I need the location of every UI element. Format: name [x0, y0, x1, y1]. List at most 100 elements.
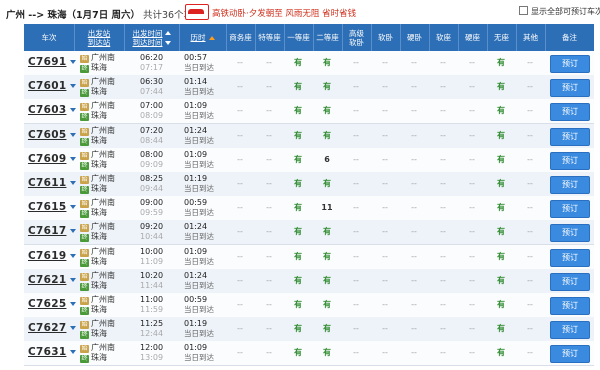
expand-stops-icon[interactable]: [70, 277, 77, 282]
train-number-label[interactable]: C7617: [28, 225, 66, 237]
end-station-icon: 终: [80, 258, 89, 267]
seat-availability: --: [266, 154, 272, 164]
expand-stops-icon[interactable]: [70, 253, 77, 258]
seat-availability: --: [353, 154, 359, 164]
duration-value: 01:14: [184, 77, 208, 87]
book-button[interactable]: 预订: [550, 200, 590, 219]
seat-availability: 有: [294, 58, 302, 67]
train-number-label[interactable]: C7603: [28, 104, 66, 116]
book-button[interactable]: 预订: [550, 127, 590, 146]
table-row: C7691 始广州南终珠海 06:20 07:17 00:57 当日到达 -- -- 有 有 -- -…: [24, 51, 594, 76]
book-button[interactable]: 预订: [550, 176, 590, 194]
col-station-2: 到达站: [87, 37, 111, 47]
promo-text: 高铁动卧·夕发朝至 风雨无阻 省时省钱: [212, 9, 357, 19]
sort-active-icon: [208, 35, 215, 40]
expand-stops-icon[interactable]: [70, 60, 77, 64]
from-station: 广州南: [91, 101, 115, 111]
stations: 始广州南终珠海: [80, 126, 115, 150]
stations: 始广州南终珠海: [80, 343, 115, 367]
duration-value: 00:59: [184, 295, 208, 304]
book-button[interactable]: 预订: [550, 297, 590, 315]
col-yz: 硬座: [458, 24, 488, 51]
arrival-day: 当日到达: [184, 159, 214, 169]
book-button[interactable]: 预订: [550, 151, 590, 170]
expand-stops-icon[interactable]: [70, 205, 77, 210]
to-station: 珠海: [91, 208, 107, 218]
seat-availability: --: [469, 227, 475, 237]
train-number-label[interactable]: C7609: [28, 153, 66, 165]
train-number-label[interactable]: C7601: [28, 80, 66, 92]
col-station-sort[interactable]: 出发站 到达站: [74, 24, 125, 51]
expand-stops-icon[interactable]: [70, 326, 77, 331]
col-ydz: 一等座: [284, 24, 314, 51]
seat-availability: --: [469, 130, 475, 140]
col-qt-label: 其他: [523, 33, 538, 42]
train-number-label[interactable]: C7611: [28, 177, 66, 189]
seat-availability: 6: [324, 154, 330, 164]
duration-value: 01:19: [184, 319, 208, 329]
book-button[interactable]: 预订: [550, 79, 590, 98]
col-ydz-label: 一等座: [287, 33, 310, 42]
col-time-sort[interactable]: 出发时间 到达时间: [124, 24, 180, 51]
train-number-label[interactable]: C7627: [28, 322, 66, 334]
seat-availability: --: [411, 300, 417, 309]
book-button[interactable]: 预订: [550, 224, 590, 243]
end-station-icon: 终: [80, 210, 89, 219]
train-number-label[interactable]: C7619: [28, 250, 66, 262]
times: 09:20 10:44: [140, 222, 163, 246]
train-number-label[interactable]: C7691: [28, 56, 66, 68]
seat-availability: --: [440, 300, 446, 309]
seat-availability: --: [382, 203, 388, 213]
expand-stops-icon[interactable]: [70, 302, 77, 306]
table-row: C7617 始广州南终珠海 09:20 10:44 01:24 当日到达 -- -- 有 有 -- -…: [24, 220, 594, 246]
expand-stops-icon[interactable]: [70, 181, 77, 185]
train-number-label[interactable]: C7621: [28, 274, 66, 286]
book-button[interactable]: 预订: [550, 55, 590, 73]
seat-availability: --: [237, 251, 243, 261]
col-tdz-label: 特等座: [258, 33, 281, 42]
col-qt: 其他: [516, 24, 546, 51]
expand-stops-icon[interactable]: [70, 229, 77, 234]
departure-time: 08:25: [140, 174, 164, 183]
show-all-bookable-toggle[interactable]: 显示全部可预订车次: [519, 6, 600, 17]
seat-availability: --: [237, 154, 243, 164]
seat-availability: 有: [294, 227, 302, 237]
to-station: 珠海: [91, 111, 107, 121]
promo-banner[interactable]: 高铁动卧·夕发朝至 风雨无阻 省时省钱: [185, 3, 356, 20]
expand-stops-icon[interactable]: [70, 156, 77, 161]
departure-time: 09:00: [140, 198, 164, 208]
arrival-time: 10:44: [140, 232, 164, 242]
expand-stops-icon[interactable]: [70, 350, 77, 355]
train-number[interactable]: C7631: [28, 346, 77, 370]
seat-availability: --: [440, 106, 446, 116]
seat-availability: --: [382, 300, 388, 309]
expand-stops-icon[interactable]: [70, 108, 77, 113]
book-button[interactable]: 预订: [550, 272, 590, 291]
route-label: 广州 --> 珠海: [6, 10, 67, 21]
seat-availability: --: [237, 324, 243, 334]
arrival-day: 当日到达: [184, 256, 214, 266]
book-button[interactable]: 预订: [550, 248, 590, 267]
book-button[interactable]: 预订: [550, 103, 590, 122]
book-button[interactable]: 预订: [550, 321, 590, 340]
from-station: 广州南: [91, 149, 115, 159]
train-number-label[interactable]: C7625: [28, 298, 66, 310]
expand-stops-icon[interactable]: [70, 132, 77, 137]
train-number-label[interactable]: C7605: [28, 129, 66, 141]
seat-availability: 有: [323, 348, 331, 358]
col-duration-sort[interactable]: 历时: [179, 24, 227, 51]
seat-availability: --: [353, 227, 359, 237]
duration: 01:19 当日到达: [184, 174, 214, 198]
train-number-label[interactable]: C7631: [28, 346, 66, 358]
to-station: 珠海: [91, 232, 107, 242]
arrival-day: 当日到达: [184, 305, 214, 314]
expand-stops-icon[interactable]: [70, 84, 77, 89]
seat-availability: 有: [323, 179, 331, 188]
seat-availability: --: [353, 58, 359, 67]
duration: 01:09 当日到达: [184, 247, 214, 271]
from-station: 广州南: [91, 270, 115, 280]
seat-availability: 有: [294, 348, 302, 358]
seat-availability: --: [382, 251, 388, 261]
checkbox-icon[interactable]: [519, 6, 528, 15]
train-number-label[interactable]: C7615: [28, 201, 66, 213]
